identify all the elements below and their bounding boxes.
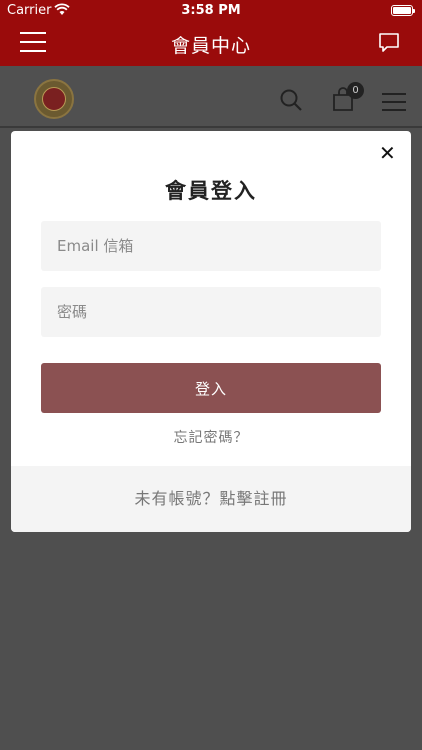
menu-line-icon <box>382 101 406 103</box>
modal-footer: 未有帳號？點擊註冊 <box>11 466 411 532</box>
login-modal: ✕ 會員登入 登入 忘記密碼？ 未有帳號？點擊註冊 <box>11 131 411 532</box>
cart-count-badge: 0 <box>347 82 364 99</box>
chat-icon[interactable] <box>378 32 400 54</box>
login-button[interactable]: 登入 <box>41 363 381 413</box>
nav-bar: 會員中心 <box>0 22 422 66</box>
menu-line-icon <box>382 109 406 111</box>
clock: 3:58 PM <box>181 3 241 18</box>
battery-icon <box>391 5 415 16</box>
forgot-password-link[interactable]: 忘記密碼？ <box>11 427 411 447</box>
menu-line-icon <box>382 93 406 95</box>
site-header: 0 <box>0 66 422 128</box>
modal-title: 會員登入 <box>165 179 257 203</box>
close-icon[interactable]: ✕ <box>379 143 396 163</box>
site-menu-button[interactable] <box>382 93 406 113</box>
search-icon[interactable] <box>279 88 303 112</box>
status-bar: Carrier 3:58 PM <box>0 0 422 22</box>
brand-logo[interactable] <box>34 79 74 119</box>
email-field[interactable] <box>41 221 381 271</box>
password-field[interactable] <box>41 287 381 337</box>
page-title: 會員中心 <box>170 35 251 57</box>
register-link[interactable]: 未有帳號？點擊註冊 <box>134 489 287 508</box>
